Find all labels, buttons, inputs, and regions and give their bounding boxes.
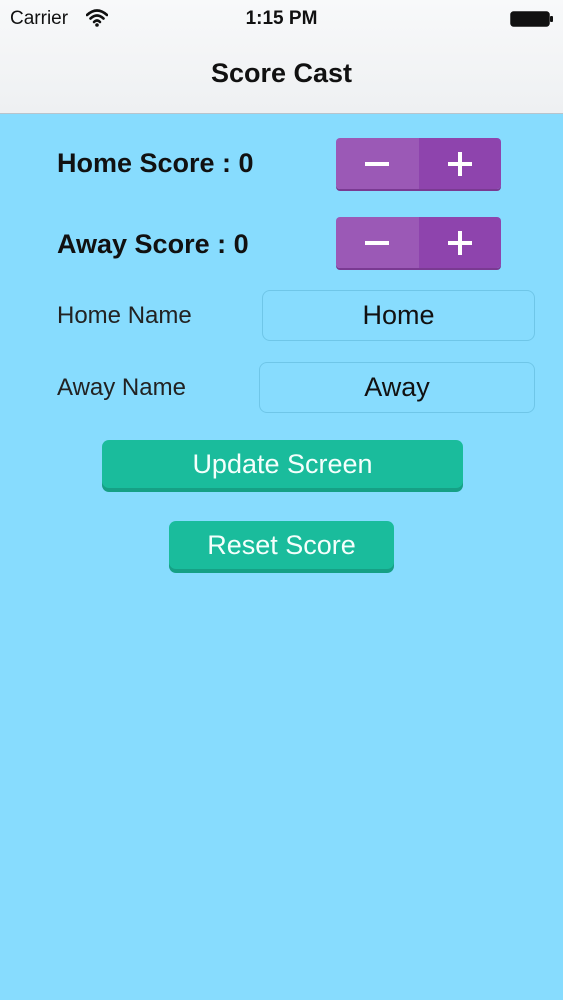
page-title: Score Cast bbox=[210, 58, 353, 88]
reset-score-button[interactable]: Reset Score bbox=[169, 521, 394, 569]
away-score-label: Away Score : 0 bbox=[57, 229, 249, 259]
home-score-increment-button[interactable] bbox=[418, 138, 501, 189]
away-score-increment-button[interactable] bbox=[418, 217, 501, 268]
away-score-decrement-button[interactable] bbox=[336, 217, 419, 268]
home-name-field[interactable] bbox=[262, 290, 535, 341]
home-name-label: Home Name bbox=[57, 302, 192, 329]
status-bar: Carrier 1:15 PM bbox=[0, 0, 563, 38]
plus-icon bbox=[447, 151, 472, 176]
status-time: 1:15 PM bbox=[245, 8, 318, 29]
minus-icon bbox=[365, 161, 390, 166]
home-score-decrement-button[interactable] bbox=[336, 138, 419, 189]
plus-icon bbox=[447, 230, 472, 255]
battery-icon bbox=[510, 11, 554, 27]
home-score-label: Home Score : 0 bbox=[57, 148, 254, 178]
away-name-label: Away Name bbox=[57, 374, 186, 401]
away-score-stepper bbox=[336, 217, 501, 268]
minus-icon bbox=[365, 240, 390, 245]
update-screen-button[interactable]: Update Screen bbox=[102, 440, 463, 488]
navigation-header: Carrier 1:15 PM Score Cast bbox=[0, 0, 563, 114]
away-name-field[interactable] bbox=[259, 362, 535, 413]
home-score-stepper bbox=[336, 138, 501, 189]
